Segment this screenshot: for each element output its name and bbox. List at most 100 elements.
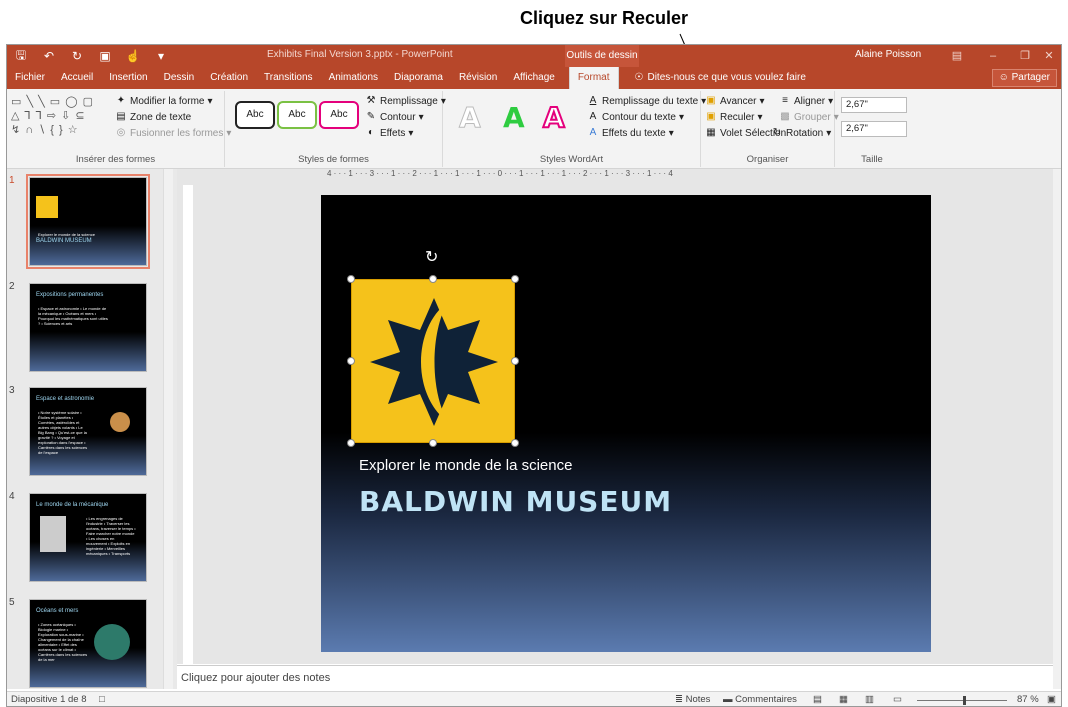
thumb-title: Le monde de la mécanique xyxy=(36,502,109,508)
lightbulb-icon: ☉ xyxy=(634,72,644,83)
text-fill-label: Remplissage du texte xyxy=(602,95,699,107)
align-button[interactable]: ≡ Aligner ▾ xyxy=(779,95,833,107)
slide-thumbnail-5[interactable]: Océans et mers • Zones océaniques • Biol… xyxy=(29,599,147,688)
shape-width-input[interactable]: 2,67" xyxy=(841,121,907,137)
tab-fichier[interactable]: Fichier xyxy=(7,67,53,89)
horizontal-ruler: 4 · · · 1 · · · 3 · · · 1 · · · 2 · · · … xyxy=(327,169,673,178)
merge-shapes-label: Fusionner les formes xyxy=(130,127,224,139)
customize-qat-icon[interactable]: ▾ xyxy=(147,45,175,67)
normal-view-icon[interactable]: ▤ xyxy=(813,694,822,705)
status-bar: Diapositive 1 de 8 □ ≣ Notes ▬ Commentai… xyxy=(7,691,1061,706)
wordart-style-green[interactable]: A xyxy=(503,101,525,134)
close-icon[interactable]: ✕ xyxy=(1031,45,1061,67)
touch-mode-icon[interactable]: ☝ xyxy=(119,45,147,67)
resize-handle[interactable] xyxy=(511,357,519,365)
slide-thumbnail-1[interactable]: Explorer le monde de la science BALDWIN … xyxy=(26,174,150,269)
tab-animations[interactable]: Animations xyxy=(321,67,386,89)
group-arrange: ▣ Avancer ▾ ▣ Reculer ▾ ▦ Volet Sélection ≡… xyxy=(701,91,839,167)
thumb-bullets: • Espace et astronomie • Le monde de la … xyxy=(38,306,108,326)
text-outline-button[interactable]: A Contour du texte ▾ xyxy=(587,111,684,123)
callout-text: Cliquez sur Reculer xyxy=(520,8,689,28)
resize-handle[interactable] xyxy=(347,357,355,365)
wordart-style-pink[interactable]: A xyxy=(542,100,566,135)
slide-thumbnail-3[interactable]: Espace et astronomie • Notre système sol… xyxy=(29,387,147,476)
send-backward-button[interactable]: ▣ Reculer ▾ xyxy=(705,111,762,123)
shape-fill-button[interactable]: ⚒ Remplissage ▾ xyxy=(365,95,446,107)
resize-handle[interactable] xyxy=(511,275,519,283)
comments-button[interactable]: ▬ Commentaires xyxy=(723,694,797,705)
text-outline-label: Contour du texte xyxy=(602,111,676,123)
tab-revision[interactable]: Révision xyxy=(451,67,505,89)
share-button[interactable]: ☺ Partager xyxy=(991,69,1057,87)
group-shape-styles: Abc Abc Abc ⚒ Remplissage ▾ ✎ Contour ▾ ◐ E… xyxy=(225,91,446,167)
shape-outline-button[interactable]: ✎ Contour ▾ xyxy=(365,111,424,123)
shapes-gallery[interactable]: ▭ ╲ ╲ ▭ ◯ ▢ △ ⅂ ⅂ ⇨ ⇩ ⊆ ↯ ∩ ∖ { } ☆ xyxy=(11,95,107,141)
fit-slide-icon[interactable]: ▣ xyxy=(1047,694,1056,705)
effects-icon: ◐ xyxy=(367,127,375,138)
edit-shape-button[interactable]: ✦ Modifier la forme ▾ xyxy=(115,95,213,107)
resize-handle[interactable] xyxy=(347,439,355,447)
shape-height-input[interactable]: 2,67" xyxy=(841,97,907,113)
thumb-bullets: • Zones océaniques • Biologie marine • E… xyxy=(38,622,88,662)
wordart-style-white[interactable]: A xyxy=(459,101,482,135)
zoom-level[interactable]: 87 % xyxy=(1017,694,1039,705)
slide-thumbnail-2[interactable]: Expositions permanentes • Espace et astr… xyxy=(29,283,147,372)
museum-logo[interactable] xyxy=(351,279,515,443)
redo-icon[interactable]: ↻ xyxy=(63,45,91,67)
slide-scrollbar[interactable] xyxy=(1053,169,1061,689)
slideshow-icon[interactable]: ▭ xyxy=(893,694,902,705)
reading-view-icon[interactable]: ▥ xyxy=(865,694,874,705)
slide-subtitle[interactable]: Explorer le monde de la science xyxy=(359,457,572,474)
merge-shapes-button[interactable]: ◎ Fusionner les formes ▾ xyxy=(115,127,232,139)
notes-pane[interactable]: Cliquez pour ajouter des notes xyxy=(177,665,1053,689)
tell-me-box[interactable]: ☉ Dites-nous ce que vous voulez faire xyxy=(625,67,806,89)
tab-transitions[interactable]: Transitions xyxy=(256,67,321,89)
title-bar: 🖫 ↶ ↻ ▣ ☝ ▾ Exhibits Final Version 3.ppt… xyxy=(7,45,1061,67)
gear-image xyxy=(40,516,66,552)
undo-icon[interactable]: ↶ xyxy=(35,45,63,67)
ribbon: ▭ ╲ ╲ ▭ ◯ ▢ △ ⅂ ⅂ ⇨ ⇩ ⊆ ↯ ∩ ∖ { } ☆ ✦ Modif… xyxy=(7,89,1061,169)
text-outline-icon: A xyxy=(589,111,597,122)
slide-sorter-icon[interactable]: ▦ xyxy=(839,694,848,705)
shape-style-pink[interactable]: Abc xyxy=(319,101,359,129)
slide-thumbnail-4[interactable]: Le monde de la mécanique • Les engrenage… xyxy=(29,493,147,582)
tab-insertion[interactable]: Insertion xyxy=(101,67,155,89)
share-label: Partager xyxy=(1011,72,1050,83)
minimize-icon[interactable]: – xyxy=(975,45,1011,67)
tab-format[interactable]: Format xyxy=(568,67,619,89)
rotate-handle-icon[interactable]: ↻ xyxy=(425,247,438,267)
thumbnails-scrollbar[interactable] xyxy=(163,169,173,689)
slide-canvas[interactable]: ↻ Explorer le monde de la science BALDWI… xyxy=(321,195,931,652)
start-from-beginning-icon[interactable]: ▣ xyxy=(91,45,119,67)
resize-handle[interactable] xyxy=(511,439,519,447)
slide-title[interactable]: BALDWIN MUSEUM xyxy=(359,485,672,518)
shape-effects-button[interactable]: ◐ Effets ▾ xyxy=(365,127,413,139)
shape-style-green[interactable]: Abc xyxy=(277,101,317,129)
shape-fill-label: Remplissage xyxy=(380,95,438,107)
rotate-button[interactable]: ↻ Rotation ▾ xyxy=(771,127,831,139)
resize-handle[interactable] xyxy=(429,275,437,283)
resize-handle[interactable] xyxy=(347,275,355,283)
shape-style-black[interactable]: Abc xyxy=(235,101,275,129)
resize-handle[interactable] xyxy=(429,439,437,447)
bring-forward-button[interactable]: ▣ Avancer ▾ xyxy=(705,95,764,107)
text-fill-button[interactable]: A Remplissage du texte ▾ xyxy=(587,95,707,107)
spelling-icon[interactable]: □ xyxy=(99,694,105,705)
user-name[interactable]: Alaine Poisson xyxy=(855,49,921,60)
tab-affichage[interactable]: Affichage xyxy=(505,67,563,89)
zoom-slider[interactable] xyxy=(917,696,1007,706)
tab-diaporama[interactable]: Diaporama xyxy=(386,67,451,89)
text-effects-button[interactable]: A Effets du texte ▾ xyxy=(587,127,674,139)
shape-effects-label: Effets xyxy=(380,127,406,139)
align-label: Aligner xyxy=(794,95,826,107)
thumb-title: Océans et mers xyxy=(36,608,79,614)
tab-accueil[interactable]: Accueil xyxy=(53,67,101,89)
notes-button[interactable]: ≣ Notes xyxy=(675,694,710,705)
tab-creation[interactable]: Création xyxy=(202,67,256,89)
group-button[interactable]: ▩ Grouper ▾ xyxy=(779,111,838,123)
text-box-button[interactable]: ▤ Zone de texte xyxy=(115,111,191,123)
save-icon[interactable]: 🖫 xyxy=(7,45,35,67)
merge-shapes-icon: ◎ xyxy=(116,127,126,138)
tab-dessin[interactable]: Dessin xyxy=(156,67,203,89)
ribbon-display-icon[interactable]: ▤ xyxy=(939,45,975,67)
